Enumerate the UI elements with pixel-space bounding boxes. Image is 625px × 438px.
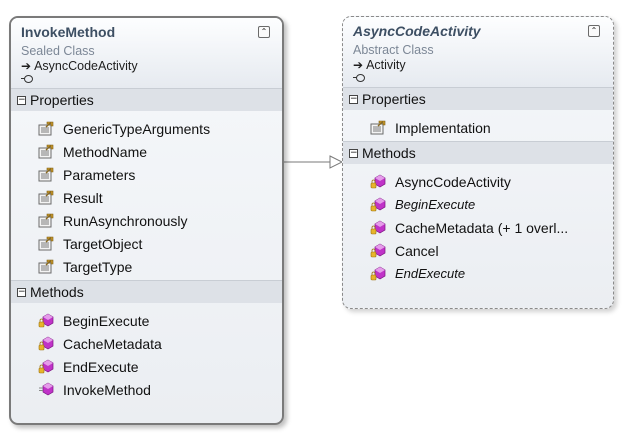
property-icon bbox=[38, 167, 54, 183]
method-name: BeginExecute bbox=[395, 197, 476, 212]
property-name: GenericTypeArguments bbox=[63, 120, 211, 137]
section-label: Methods bbox=[362, 145, 416, 161]
methods-list: AsyncCodeActivity BeginExecute CacheMetada… bbox=[343, 164, 613, 287]
method-item[interactable]: CacheMetadata bbox=[11, 332, 282, 355]
method-item[interactable]: InvokeMethod bbox=[11, 378, 282, 401]
async-code-activity-class-shape[interactable]: AsyncCodeActivity Abstract Class ➔ Activ… bbox=[342, 16, 614, 309]
class-title: AsyncCodeActivity bbox=[353, 23, 481, 39]
method-item[interactable]: EndExecute bbox=[11, 355, 282, 378]
property-icon bbox=[38, 259, 54, 275]
methods-section-header[interactable]: − Methods bbox=[343, 141, 613, 164]
collapse-minus-icon[interactable]: − bbox=[17, 95, 26, 105]
property-item[interactable]: RunAsynchronously bbox=[11, 209, 282, 232]
method-item[interactable]: AsyncCodeActivity bbox=[343, 170, 613, 193]
method-name: CacheMetadata (+ 1 overl... bbox=[395, 219, 569, 236]
properties-list: Implementation bbox=[343, 110, 613, 141]
property-item[interactable]: Result bbox=[11, 186, 282, 209]
property-icon bbox=[38, 236, 54, 252]
protected-method-icon bbox=[370, 266, 386, 282]
collapse-minus-icon[interactable]: − bbox=[349, 94, 358, 104]
property-name: TargetObject bbox=[63, 235, 143, 252]
double-chevron-up-icon[interactable]: ⌃ bbox=[258, 26, 270, 38]
method-name: BeginExecute bbox=[63, 312, 150, 329]
protected-method-icon bbox=[370, 174, 386, 190]
method-name: AsyncCodeActivity bbox=[395, 173, 511, 190]
protected-method-icon bbox=[38, 313, 54, 329]
property-item[interactable]: Parameters bbox=[11, 163, 282, 186]
collapse-minus-icon[interactable]: − bbox=[17, 287, 26, 297]
section-label: Properties bbox=[362, 91, 426, 107]
base-type: ➔ Activity bbox=[353, 58, 613, 73]
methods-section-header[interactable]: − Methods bbox=[11, 280, 282, 303]
base-type: ➔ AsyncCodeActivity bbox=[21, 59, 282, 74]
method-name: EndExecute bbox=[63, 358, 139, 375]
protected-method-icon bbox=[370, 197, 386, 213]
properties-section-header[interactable]: − Properties bbox=[343, 87, 613, 110]
inherits-arrow-icon: ➔ bbox=[353, 58, 364, 72]
section-label: Methods bbox=[30, 284, 84, 300]
method-item[interactable]: BeginExecute bbox=[11, 309, 282, 332]
protected-method-icon bbox=[370, 243, 386, 259]
method-name: Cancel bbox=[395, 242, 439, 259]
property-icon bbox=[38, 190, 54, 206]
method-name: EndExecute bbox=[395, 266, 466, 281]
property-name: Implementation bbox=[395, 119, 491, 136]
public-method-icon bbox=[38, 382, 54, 398]
inherits-arrow-icon: ➔ bbox=[21, 59, 32, 73]
protected-method-icon bbox=[370, 220, 386, 236]
property-item[interactable]: GenericTypeArguments bbox=[11, 117, 282, 140]
inheritance-arrowhead bbox=[329, 155, 344, 169]
methods-list: BeginExecute CacheMetadata EndExecute Invok… bbox=[11, 303, 282, 403]
property-name: MethodName bbox=[63, 143, 148, 160]
base-type-label: AsyncCodeActivity bbox=[34, 59, 138, 73]
property-icon bbox=[370, 120, 386, 136]
method-item[interactable]: EndExecute bbox=[343, 262, 613, 285]
property-name: RunAsynchronously bbox=[63, 212, 188, 229]
class-stereotype: Sealed Class bbox=[21, 44, 95, 58]
property-item[interactable]: Implementation bbox=[343, 116, 613, 139]
protected-method-icon bbox=[38, 359, 54, 375]
method-name: CacheMetadata bbox=[63, 335, 162, 352]
class-stereotype: Abstract Class bbox=[353, 43, 434, 57]
double-chevron-up-icon[interactable]: ⌃ bbox=[588, 25, 600, 37]
property-item[interactable]: TargetObject bbox=[11, 232, 282, 255]
invoke-method-class-shape[interactable]: InvokeMethod Sealed Class ➔ AsyncCodeAct… bbox=[9, 16, 284, 425]
section-label: Properties bbox=[30, 92, 94, 108]
interface-lollipop-icon bbox=[353, 73, 613, 83]
method-item[interactable]: BeginExecute bbox=[343, 193, 613, 216]
property-item[interactable]: MethodName bbox=[11, 140, 282, 163]
class-header[interactable]: InvokeMethod Sealed Class ➔ AsyncCodeAct… bbox=[11, 18, 282, 88]
property-icon bbox=[38, 213, 54, 229]
properties-list: GenericTypeArguments MethodName Parameters… bbox=[11, 111, 282, 280]
collapse-minus-icon[interactable]: − bbox=[349, 148, 358, 158]
method-name: InvokeMethod bbox=[63, 381, 151, 398]
protected-method-icon bbox=[38, 336, 54, 352]
property-name: Result bbox=[63, 189, 103, 206]
properties-section-header[interactable]: − Properties bbox=[11, 88, 282, 111]
property-item[interactable]: TargetType bbox=[11, 255, 282, 278]
method-item[interactable]: Cancel bbox=[343, 239, 613, 262]
property-icon bbox=[38, 144, 54, 160]
property-name: Parameters bbox=[63, 166, 136, 183]
property-icon bbox=[38, 121, 54, 137]
class-title: InvokeMethod bbox=[21, 24, 116, 40]
interface-lollipop-icon bbox=[21, 74, 282, 84]
property-name: TargetType bbox=[63, 258, 133, 275]
base-type-label: Activity bbox=[366, 58, 406, 72]
class-header[interactable]: AsyncCodeActivity Abstract Class ➔ Activ… bbox=[343, 17, 613, 87]
method-item[interactable]: CacheMetadata (+ 1 overl... bbox=[343, 216, 613, 239]
